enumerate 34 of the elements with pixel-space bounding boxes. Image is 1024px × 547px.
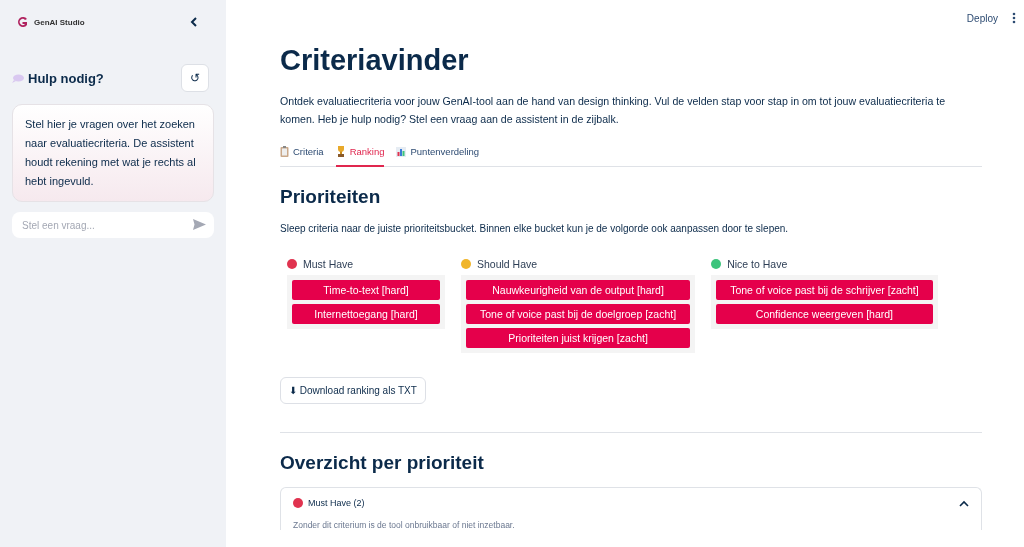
bucket-title: Must Have bbox=[303, 258, 354, 270]
tab[interactable]: Criteria bbox=[280, 142, 324, 167]
logo-icon bbox=[16, 16, 28, 28]
trophy-icon bbox=[335, 146, 346, 157]
section-heading: Overzicht per prioriteit bbox=[280, 451, 485, 475]
expander-description: Zonder dit criterium is de tool onbruikbaar of niet inzetbaar. bbox=[293, 520, 516, 530]
expander-title[interactable]: Must Have (2) bbox=[308, 498, 365, 508]
instruction-text: Sleep criteria naar de juiste prioriteitsbucket. Binnen elke bucket kun je de volgorde ook aanpassen door te slepen. bbox=[280, 223, 790, 234]
help-title: Hulp nodig? bbox=[28, 70, 104, 86]
criterion-chip[interactable]: Nauwkeurigheid van de output [hard] bbox=[466, 280, 691, 300]
criterion-chip[interactable]: Internettoegang [hard] bbox=[292, 304, 440, 324]
chat-input[interactable]: Stel een vraag... bbox=[12, 212, 214, 238]
criterion-chip[interactable]: Tone of voice past bij de schrijver [zacht] bbox=[716, 280, 933, 300]
page-title: Criteriavinder bbox=[280, 43, 470, 78]
reset-button[interactable]: ↺ bbox=[181, 64, 209, 92]
download-button[interactable]: ⬇ Download ranking als TXT bbox=[280, 377, 426, 404]
speech-bubble-icon bbox=[12, 73, 24, 83]
bar-chart-icon bbox=[396, 146, 407, 157]
chevron-up-icon[interactable] bbox=[959, 499, 969, 507]
clipboard-icon bbox=[280, 146, 289, 157]
tab[interactable]: Puntenverdeling bbox=[396, 142, 480, 167]
criterion-chip[interactable]: Time-to-text [hard] bbox=[292, 280, 440, 300]
criterion-chip[interactable]: Confidence weergeven [hard] bbox=[716, 304, 933, 324]
section-heading: Prioriteiten bbox=[280, 185, 382, 209]
bucket-title: Nice to Have bbox=[727, 258, 788, 270]
criterion-chip[interactable]: Tone of voice past bij de doelgroep [zacht] bbox=[466, 304, 691, 324]
more-icon[interactable] bbox=[1012, 12, 1016, 24]
assistant-message: Stel hier je vragen over het zoeken naar evaluatiecriteria. De assistent houdt rekening met wat je rechts al hebt ingevuld. bbox=[12, 104, 214, 202]
deploy-button[interactable]: Deploy bbox=[962, 10, 1002, 26]
tab[interactable]: Ranking bbox=[335, 142, 385, 167]
bucket-title: Should Have bbox=[477, 258, 538, 270]
brand-name: GenAI Studio bbox=[34, 17, 85, 27]
criterion-chip[interactable]: Prioriteiten juist krijgen [zacht] bbox=[466, 328, 691, 348]
intro-text: Ontdek evaluatiecriteria voor jouw GenAI-tool aan de hand van design thinking. Vul de velden stap voor stap in om tot jouw evaluatiecriteria te komen. Heb je hulp nodig? Stel een vraag aan de assistent in de zijbalk. bbox=[280, 94, 947, 127]
